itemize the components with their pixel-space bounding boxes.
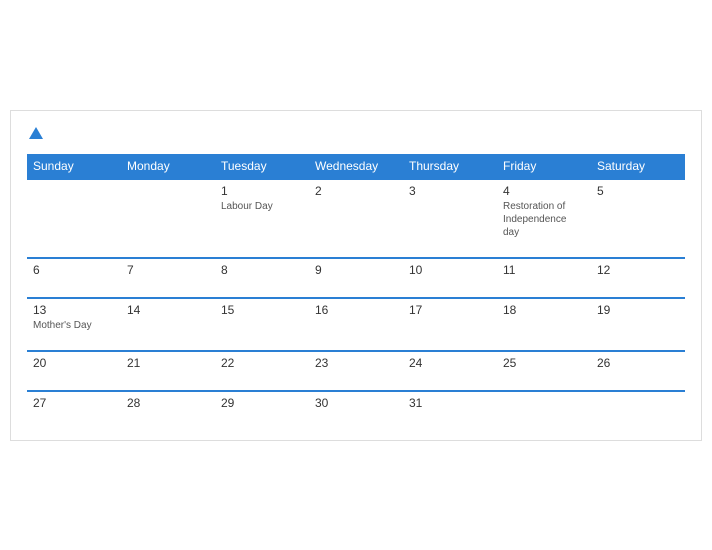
- calendar-cell: [27, 179, 121, 258]
- calendar-cell: 20: [27, 351, 121, 391]
- calendar-cell: 16: [309, 298, 403, 351]
- day-number: 7: [127, 263, 209, 277]
- calendar-cell: 26: [591, 351, 685, 391]
- day-number: 26: [597, 356, 679, 370]
- calendar-cell: 30: [309, 391, 403, 430]
- calendar-cell: 31: [403, 391, 497, 430]
- day-number: 27: [33, 396, 115, 410]
- day-number: 9: [315, 263, 397, 277]
- day-number: 5: [597, 184, 679, 198]
- day-number: 29: [221, 396, 303, 410]
- header-sunday: Sunday: [27, 154, 121, 179]
- header-monday: Monday: [121, 154, 215, 179]
- calendar-cell: 10: [403, 258, 497, 298]
- logo-triangle-icon: [29, 127, 43, 139]
- day-number: 4: [503, 184, 585, 198]
- calendar-cell: 21: [121, 351, 215, 391]
- calendar-header: [27, 127, 685, 140]
- calendar-cell: 13 Mother's Day: [27, 298, 121, 351]
- day-number: 3: [409, 184, 491, 198]
- calendar-cell: 19: [591, 298, 685, 351]
- day-number: 18: [503, 303, 585, 317]
- day-number: 14: [127, 303, 209, 317]
- header-friday: Friday: [497, 154, 591, 179]
- day-number: 15: [221, 303, 303, 317]
- calendar-cell: 4 Restoration of Independence day: [497, 179, 591, 258]
- calendar-cell: 8: [215, 258, 309, 298]
- calendar-cell: [121, 179, 215, 258]
- calendar-cell: 1 Labour Day: [215, 179, 309, 258]
- calendar-week-row: 27 28 29 30 31: [27, 391, 685, 430]
- calendar-cell: 12: [591, 258, 685, 298]
- day-number: 12: [597, 263, 679, 277]
- day-number: 19: [597, 303, 679, 317]
- day-number: 24: [409, 356, 491, 370]
- calendar-table: Sunday Monday Tuesday Wednesday Thursday…: [27, 154, 685, 430]
- day-number: 8: [221, 263, 303, 277]
- day-number: 23: [315, 356, 397, 370]
- event-label: Restoration of Independence day: [503, 200, 585, 239]
- calendar-cell: 27: [27, 391, 121, 430]
- header-tuesday: Tuesday: [215, 154, 309, 179]
- day-number: 6: [33, 263, 115, 277]
- day-number: 21: [127, 356, 209, 370]
- logo-blue-text: [27, 127, 43, 140]
- calendar-cell: 11: [497, 258, 591, 298]
- calendar-week-row: 6789 10 11 12: [27, 258, 685, 298]
- calendar-cell: 9: [309, 258, 403, 298]
- event-label: Labour Day: [221, 200, 303, 213]
- day-number: 25: [503, 356, 585, 370]
- day-number: 28: [127, 396, 209, 410]
- header-wednesday: Wednesday: [309, 154, 403, 179]
- calendar-cell: 22: [215, 351, 309, 391]
- event-label: Mother's Day: [33, 319, 115, 332]
- logo: [27, 127, 43, 140]
- day-number: 13: [33, 303, 115, 317]
- calendar-cell: 5: [591, 179, 685, 258]
- calendar-cell: 28: [121, 391, 215, 430]
- day-number: 20: [33, 356, 115, 370]
- calendar-cell: 18: [497, 298, 591, 351]
- calendar-cell: 2: [309, 179, 403, 258]
- calendar-cell: 24: [403, 351, 497, 391]
- day-number: 31: [409, 396, 491, 410]
- calendar-week-row: 1 Labour Day 234 Restoration of Independenc…: [27, 179, 685, 258]
- calendar-cell: 3: [403, 179, 497, 258]
- calendar-cell: 14: [121, 298, 215, 351]
- header-thursday: Thursday: [403, 154, 497, 179]
- calendar-cell: 23: [309, 351, 403, 391]
- calendar-cell: [497, 391, 591, 430]
- day-number: 1: [221, 184, 303, 198]
- header-saturday: Saturday: [591, 154, 685, 179]
- day-number: 22: [221, 356, 303, 370]
- day-number: 30: [315, 396, 397, 410]
- calendar-cell: 7: [121, 258, 215, 298]
- calendar-week-row: 13 Mother's Day 14 15 16 17 18 19: [27, 298, 685, 351]
- calendar-cell: 15: [215, 298, 309, 351]
- day-number: 10: [409, 263, 491, 277]
- calendar-cell: 17: [403, 298, 497, 351]
- calendar-week-row: 20 21 22 23 24 25 26: [27, 351, 685, 391]
- calendar-cell: 25: [497, 351, 591, 391]
- day-number: 17: [409, 303, 491, 317]
- calendar-cell: 6: [27, 258, 121, 298]
- calendar-container: Sunday Monday Tuesday Wednesday Thursday…: [10, 110, 702, 441]
- calendar-cell: [591, 391, 685, 430]
- weekday-header-row: Sunday Monday Tuesday Wednesday Thursday…: [27, 154, 685, 179]
- day-number: 2: [315, 184, 397, 198]
- day-number: 11: [503, 263, 585, 277]
- calendar-cell: 29: [215, 391, 309, 430]
- day-number: 16: [315, 303, 397, 317]
